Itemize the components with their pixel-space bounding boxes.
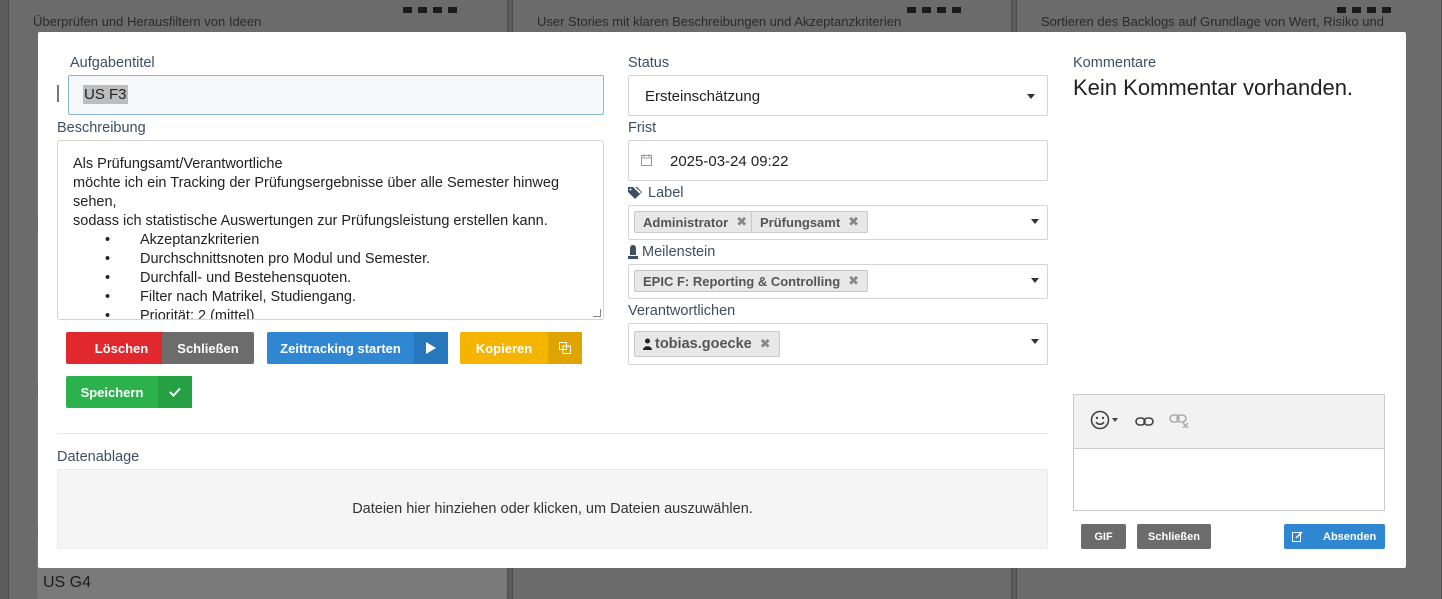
description-line: möchte ich ein Tracking der Prüfungserge… [73, 175, 560, 191]
comment-editor [1073, 394, 1385, 511]
deadline-value: 2025-03-24 09:22 [670, 153, 789, 170]
start-timetracking-button[interactable]: Zeittracking starten [267, 332, 448, 364]
copy-label: Kopieren [475, 340, 533, 356]
description-line: sodass ich statistische Auswertungen zur… [73, 213, 548, 229]
play-icon [414, 332, 448, 364]
label-multiselect[interactable]: Administrator ✖ Prüfungsamt ✖ [628, 205, 1048, 240]
column-tool-icons [901, 0, 991, 13]
column-description: User Stories mit klaren Beschreibungen u… [537, 14, 902, 29]
close-button[interactable]: Schließen [162, 332, 254, 364]
editor-toolbar [1074, 395, 1384, 449]
status-value: Ersteinschätzung [645, 88, 761, 105]
description-bullet: • Durchfall- und Bestehensquoten. [105, 270, 352, 286]
no-comment-text: Kein Kommentar vorhanden. [1073, 75, 1354, 100]
drag-handle [57, 85, 59, 102]
file-dropzone[interactable]: Dateien hier hinziehen oder klicken, um … [57, 469, 1048, 549]
user-icon [643, 338, 652, 350]
responsible-chip[interactable]: tobias.goecke ✖ [634, 331, 780, 357]
chevron-down-icon [1031, 339, 1039, 344]
label-chip[interactable]: Prüfungsamt ✖ [751, 211, 869, 233]
delete-button[interactable]: Löschen [66, 332, 177, 364]
status-select[interactable]: Ersteinschätzung [628, 75, 1048, 116]
gif-button[interactable]: GIF [1081, 524, 1126, 549]
comment-close-button[interactable]: Schließen [1137, 524, 1211, 549]
milestone-icon [628, 245, 638, 259]
send-comment-button[interactable]: Absenden [1284, 524, 1385, 549]
chevron-down-icon [1027, 94, 1035, 99]
status-label: Status [628, 55, 670, 71]
chevron-down-icon [1031, 219, 1039, 224]
remove-icon[interactable]: ✖ [736, 214, 747, 230]
label-label: Label [628, 185, 683, 201]
save-button[interactable]: Speichern [66, 376, 192, 408]
milestone-label: Meilenstein [628, 244, 715, 260]
file-storage-label: Datenablage [57, 449, 140, 465]
chevron-down-icon [1031, 278, 1039, 283]
card-title: US G4 [43, 574, 92, 591]
edit-icon [1292, 531, 1303, 542]
column-description: Überprüfen und Herausfiltern von Ideen [33, 14, 262, 29]
remove-icon[interactable]: ✖ [848, 273, 859, 289]
check-icon [158, 376, 192, 408]
deadline-label: Frist [628, 120, 657, 136]
task-edit-modal: Aufgabentitel US F3 Beschreibung Als Prü… [38, 32, 1406, 568]
description-textarea[interactable]: Als Prüfungsamt/Verantwortliche möchte i… [57, 140, 604, 320]
description-bullet: • Durchschnittsnoten pro Modul und Semest… [105, 251, 431, 267]
description-label: Beschreibung [57, 120, 146, 136]
column-tool-icons [397, 0, 487, 13]
description-line: Als Prüfungsamt/Verantwortliche [73, 156, 283, 172]
calendar-icon [641, 153, 652, 171]
dropzone-text: Dateien hier hinziehen oder klicken, um … [352, 501, 753, 517]
start-timetracking-label: Zeittracking starten [280, 340, 401, 356]
link-icon[interactable] [1135, 414, 1154, 432]
deadline-input[interactable]: 2025-03-24 09:22 [628, 140, 1048, 181]
description-bullet: • Priorität: 2 (mittel) [105, 308, 255, 320]
remove-icon[interactable]: ✖ [848, 214, 859, 230]
copy-button[interactable]: Kopieren [460, 332, 582, 364]
responsible-select[interactable]: tobias.goecke ✖ [628, 323, 1048, 365]
title-input[interactable]: US F3 [68, 75, 604, 115]
responsible-label: Verantwortlichen [628, 303, 736, 319]
column-description: Sortieren des Backlogs auf Grundlage von… [1041, 14, 1384, 29]
description-bullet: • Akzeptanzkriterien [105, 232, 260, 248]
title-label: Aufgabentitel [70, 55, 155, 71]
emoji-icon[interactable] [1090, 410, 1118, 430]
comment-input[interactable] [1074, 449, 1384, 511]
column-tool-icons [1331, 0, 1421, 13]
remove-icon[interactable]: ✖ [760, 336, 771, 352]
tags-icon [628, 187, 642, 199]
milestone-select[interactable]: EPIC F: Reporting & Controlling ✖ [628, 264, 1048, 299]
label-chip[interactable]: Administrator ✖ [634, 211, 757, 233]
save-label: Speichern [80, 384, 144, 400]
copy-icon [548, 332, 582, 364]
resize-handle[interactable] [593, 309, 601, 317]
unlink-icon[interactable] [1169, 414, 1189, 433]
description-line: sehen, [73, 194, 117, 210]
milestone-chip[interactable]: EPIC F: Reporting & Controlling ✖ [634, 270, 869, 292]
section-divider [57, 433, 1048, 434]
comments-label: Kommentare [1073, 55, 1157, 71]
send-label: Absenden [1323, 530, 1377, 543]
description-bullet: • Filter nach Matrikel, Studiengang. [105, 289, 356, 305]
